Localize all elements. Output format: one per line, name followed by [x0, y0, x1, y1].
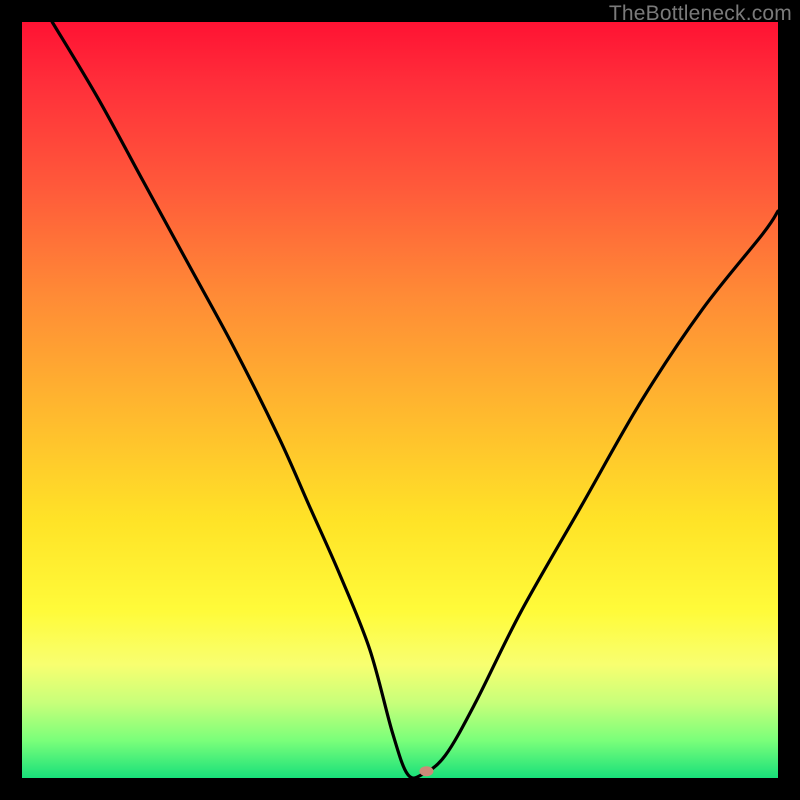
chart-svg [22, 22, 778, 778]
watermark-text: TheBottleneck.com [609, 2, 792, 26]
bottleneck-curve [52, 22, 778, 778]
minimum-marker [419, 766, 433, 776]
chart-frame: TheBottleneck.com [0, 0, 800, 800]
chart-plot-area [22, 22, 778, 778]
